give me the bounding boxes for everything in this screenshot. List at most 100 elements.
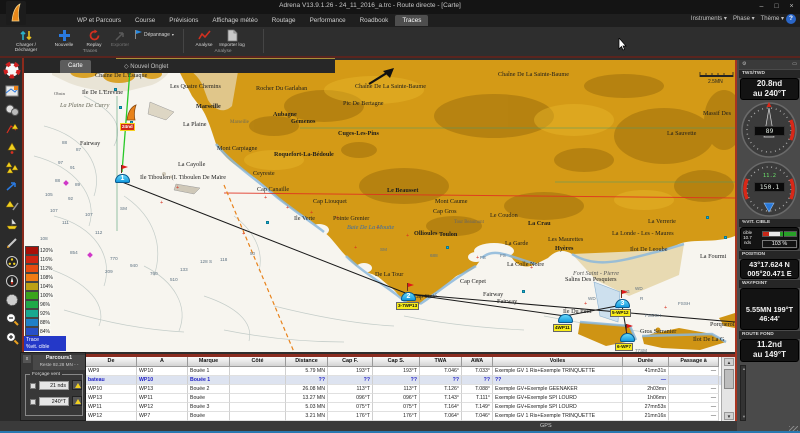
table-row[interactable]: WP13WP11Bouée13.27 MN096°T096°TT.143°T.1… (86, 394, 721, 403)
table-header-voiles[interactable]: Voiles (493, 357, 623, 367)
menu-item-affichage-m-t-o[interactable]: Affichage météo (205, 15, 264, 26)
table-cell: Exemple GV+Exemple GEENAKER (493, 385, 623, 394)
waypoint-marker[interactable] (558, 314, 573, 323)
chart-canvas[interactable]: Chaîne De L'EstaqueLes Quatre CheminsRoc… (24, 60, 735, 352)
wind-speed-field[interactable]: 21 nds (39, 381, 69, 390)
legend-percent: 92% (39, 311, 51, 317)
table-cell: T.111° (462, 394, 493, 403)
minimize-button[interactable]: – (755, 2, 768, 12)
sidebar-scrollbar[interactable]: ▲ ▼ (740, 365, 746, 421)
menu-right-phase[interactable]: Phase ▾ (733, 15, 755, 22)
table-header-c-t-[interactable]: Côté (230, 357, 286, 367)
depth-sounding: 688 (430, 253, 438, 258)
menu-item-performance[interactable]: Performance (303, 15, 353, 26)
menu-item-course[interactable]: Course (128, 15, 162, 26)
table-row[interactable]: WP10WP13Bouée 226.08 MN113°T113°TT.126°T… (86, 385, 721, 394)
close-button[interactable]: × (785, 2, 798, 12)
wind-dir-mark-button[interactable] (72, 396, 82, 406)
options-icon[interactable]: ▭ (792, 61, 797, 67)
nouvelle-button[interactable]: Nouvelle (48, 29, 80, 48)
waypoint-marker[interactable] (620, 333, 635, 342)
chart-tool-button[interactable] (3, 82, 21, 99)
table-scrollbar[interactable]: ▲ ▼ (721, 357, 735, 421)
table-row[interactable]: WP9WP10Bouée 15.79 MN193°T193°TT.046°T.0… (86, 367, 721, 376)
depth-sounding: FSGSH (645, 313, 661, 318)
marks-edit-tool-button[interactable] (3, 196, 21, 213)
waypoint-marker[interactable]: 2 (401, 292, 416, 301)
table-row[interactable]: WP11WP12Bouée 35.03 MN075°T075°TT.164°T.… (86, 403, 721, 412)
wind-speed-checkbox[interactable] (30, 383, 36, 389)
table-header-passage-[interactable]: Passage à (669, 357, 719, 367)
zoom-in-tool-button[interactable] (3, 329, 21, 346)
table-scroll-down-icon[interactable]: ▼ (724, 412, 734, 420)
table-cell: T.064° (420, 412, 462, 421)
table-header-twa[interactable]: TWA (420, 357, 462, 367)
scroll-down-icon[interactable]: ▼ (741, 414, 747, 420)
table-scroll-up-icon[interactable]: ▲ (724, 358, 734, 366)
boat-tool-button[interactable] (3, 215, 21, 232)
table-header-de[interactable]: De (86, 357, 137, 367)
wind-dir-field[interactable]: 240°T (39, 397, 69, 406)
depannage-label: Dépannage (144, 32, 170, 38)
menu-item-traces[interactable]: Traces (395, 15, 428, 26)
boat-speed-label: 24nd (120, 123, 135, 131)
lifering-icon[interactable] (3, 61, 21, 79)
table-cell: Bouée 1 (188, 367, 230, 376)
table-header-cap-f-[interactable]: Cap F. (328, 357, 373, 367)
table-scroll-thumb[interactable] (724, 369, 734, 389)
circle-marks-tool-button[interactable] (3, 253, 21, 270)
table-row[interactable]: bateauWP10Bouée 1????????????— (86, 376, 721, 385)
track-marks-tool-button[interactable] (3, 120, 21, 137)
wind-dir-checkbox[interactable] (30, 399, 36, 405)
tab-nouvel-onglet[interactable]: ◇ Nouvel Onglet (116, 60, 176, 73)
table-header-a[interactable]: A (137, 357, 188, 367)
waypoint-marker[interactable]: 1 (115, 174, 130, 183)
table-row[interactable]: WP12WP7Bouée3.21 MN176°T176°TT.064°T.046… (86, 412, 721, 421)
load-unload-icon (19, 29, 34, 42)
table-cell (230, 394, 286, 403)
table-header-distance[interactable]: Distance (286, 357, 328, 367)
boat-icon[interactable] (124, 104, 138, 122)
compass-tool-tool-button[interactable] (3, 272, 21, 289)
menu-right-instruments[interactable]: Instruments ▾ (691, 15, 727, 22)
table-header-cap-s-[interactable]: Cap S. (373, 357, 420, 367)
waypoint-marker[interactable]: 3 (615, 299, 630, 308)
table-header-awa[interactable]: AWA (462, 357, 493, 367)
parcours-close-button[interactable]: x (23, 355, 31, 363)
route-arrow-tool-button[interactable] (3, 177, 21, 194)
table-header-marque[interactable]: Marque (188, 357, 230, 367)
selection-tool-button[interactable] (3, 291, 21, 308)
importer-log-button[interactable]: Importer log (216, 29, 248, 48)
map-label: Cap Canaille (257, 186, 289, 193)
table-cell: WP12 (137, 403, 188, 412)
parcours-title-box[interactable]: Parcours1 Reste 92.28 MN - - (33, 355, 85, 370)
table-cell (669, 376, 719, 385)
menu-item-pr-visions[interactable]: Prévisions (162, 15, 205, 26)
table-cell: ?? (328, 376, 373, 385)
exporter-button[interactable]: Exporter (104, 29, 136, 48)
menu-item-wp-et-parcours[interactable]: WP et Parcours (70, 15, 128, 26)
pencil-tool-button[interactable] (3, 234, 21, 251)
table-header-dur-e[interactable]: Durée (623, 357, 669, 367)
mark-tool-button[interactable] (3, 139, 21, 156)
map-label: La Fourmi (700, 253, 726, 260)
marks-group-tool-button[interactable] (3, 158, 21, 175)
legend-row: 100% (25, 291, 54, 300)
depannage-button[interactable]: Dépannage ▾ (134, 30, 174, 39)
table-cell: — (669, 394, 719, 403)
vit-cible-unit: nds (743, 240, 752, 245)
help-icon[interactable]: ? (786, 14, 796, 24)
instruments-tool-button[interactable] (3, 101, 21, 118)
table-cell: 176°T (373, 412, 420, 421)
menu-item-routage[interactable]: Routage (265, 15, 303, 26)
menu-item-roadbook[interactable]: Roadbook (353, 15, 396, 26)
wind-speed-mark-button[interactable] (72, 380, 82, 390)
tab-carte[interactable]: Carte (60, 60, 91, 73)
zoom-out-tool-button[interactable] (3, 310, 21, 327)
gear-icon[interactable]: ⚙ (742, 61, 746, 67)
zoom-in-icon (5, 331, 19, 345)
menu-right-thème[interactable]: Thème ▾ (761, 15, 784, 22)
wind-angle-value: 89 (754, 126, 785, 136)
maximize-button[interactable]: □ (770, 2, 783, 12)
scroll-up-icon[interactable]: ▲ (741, 366, 747, 372)
